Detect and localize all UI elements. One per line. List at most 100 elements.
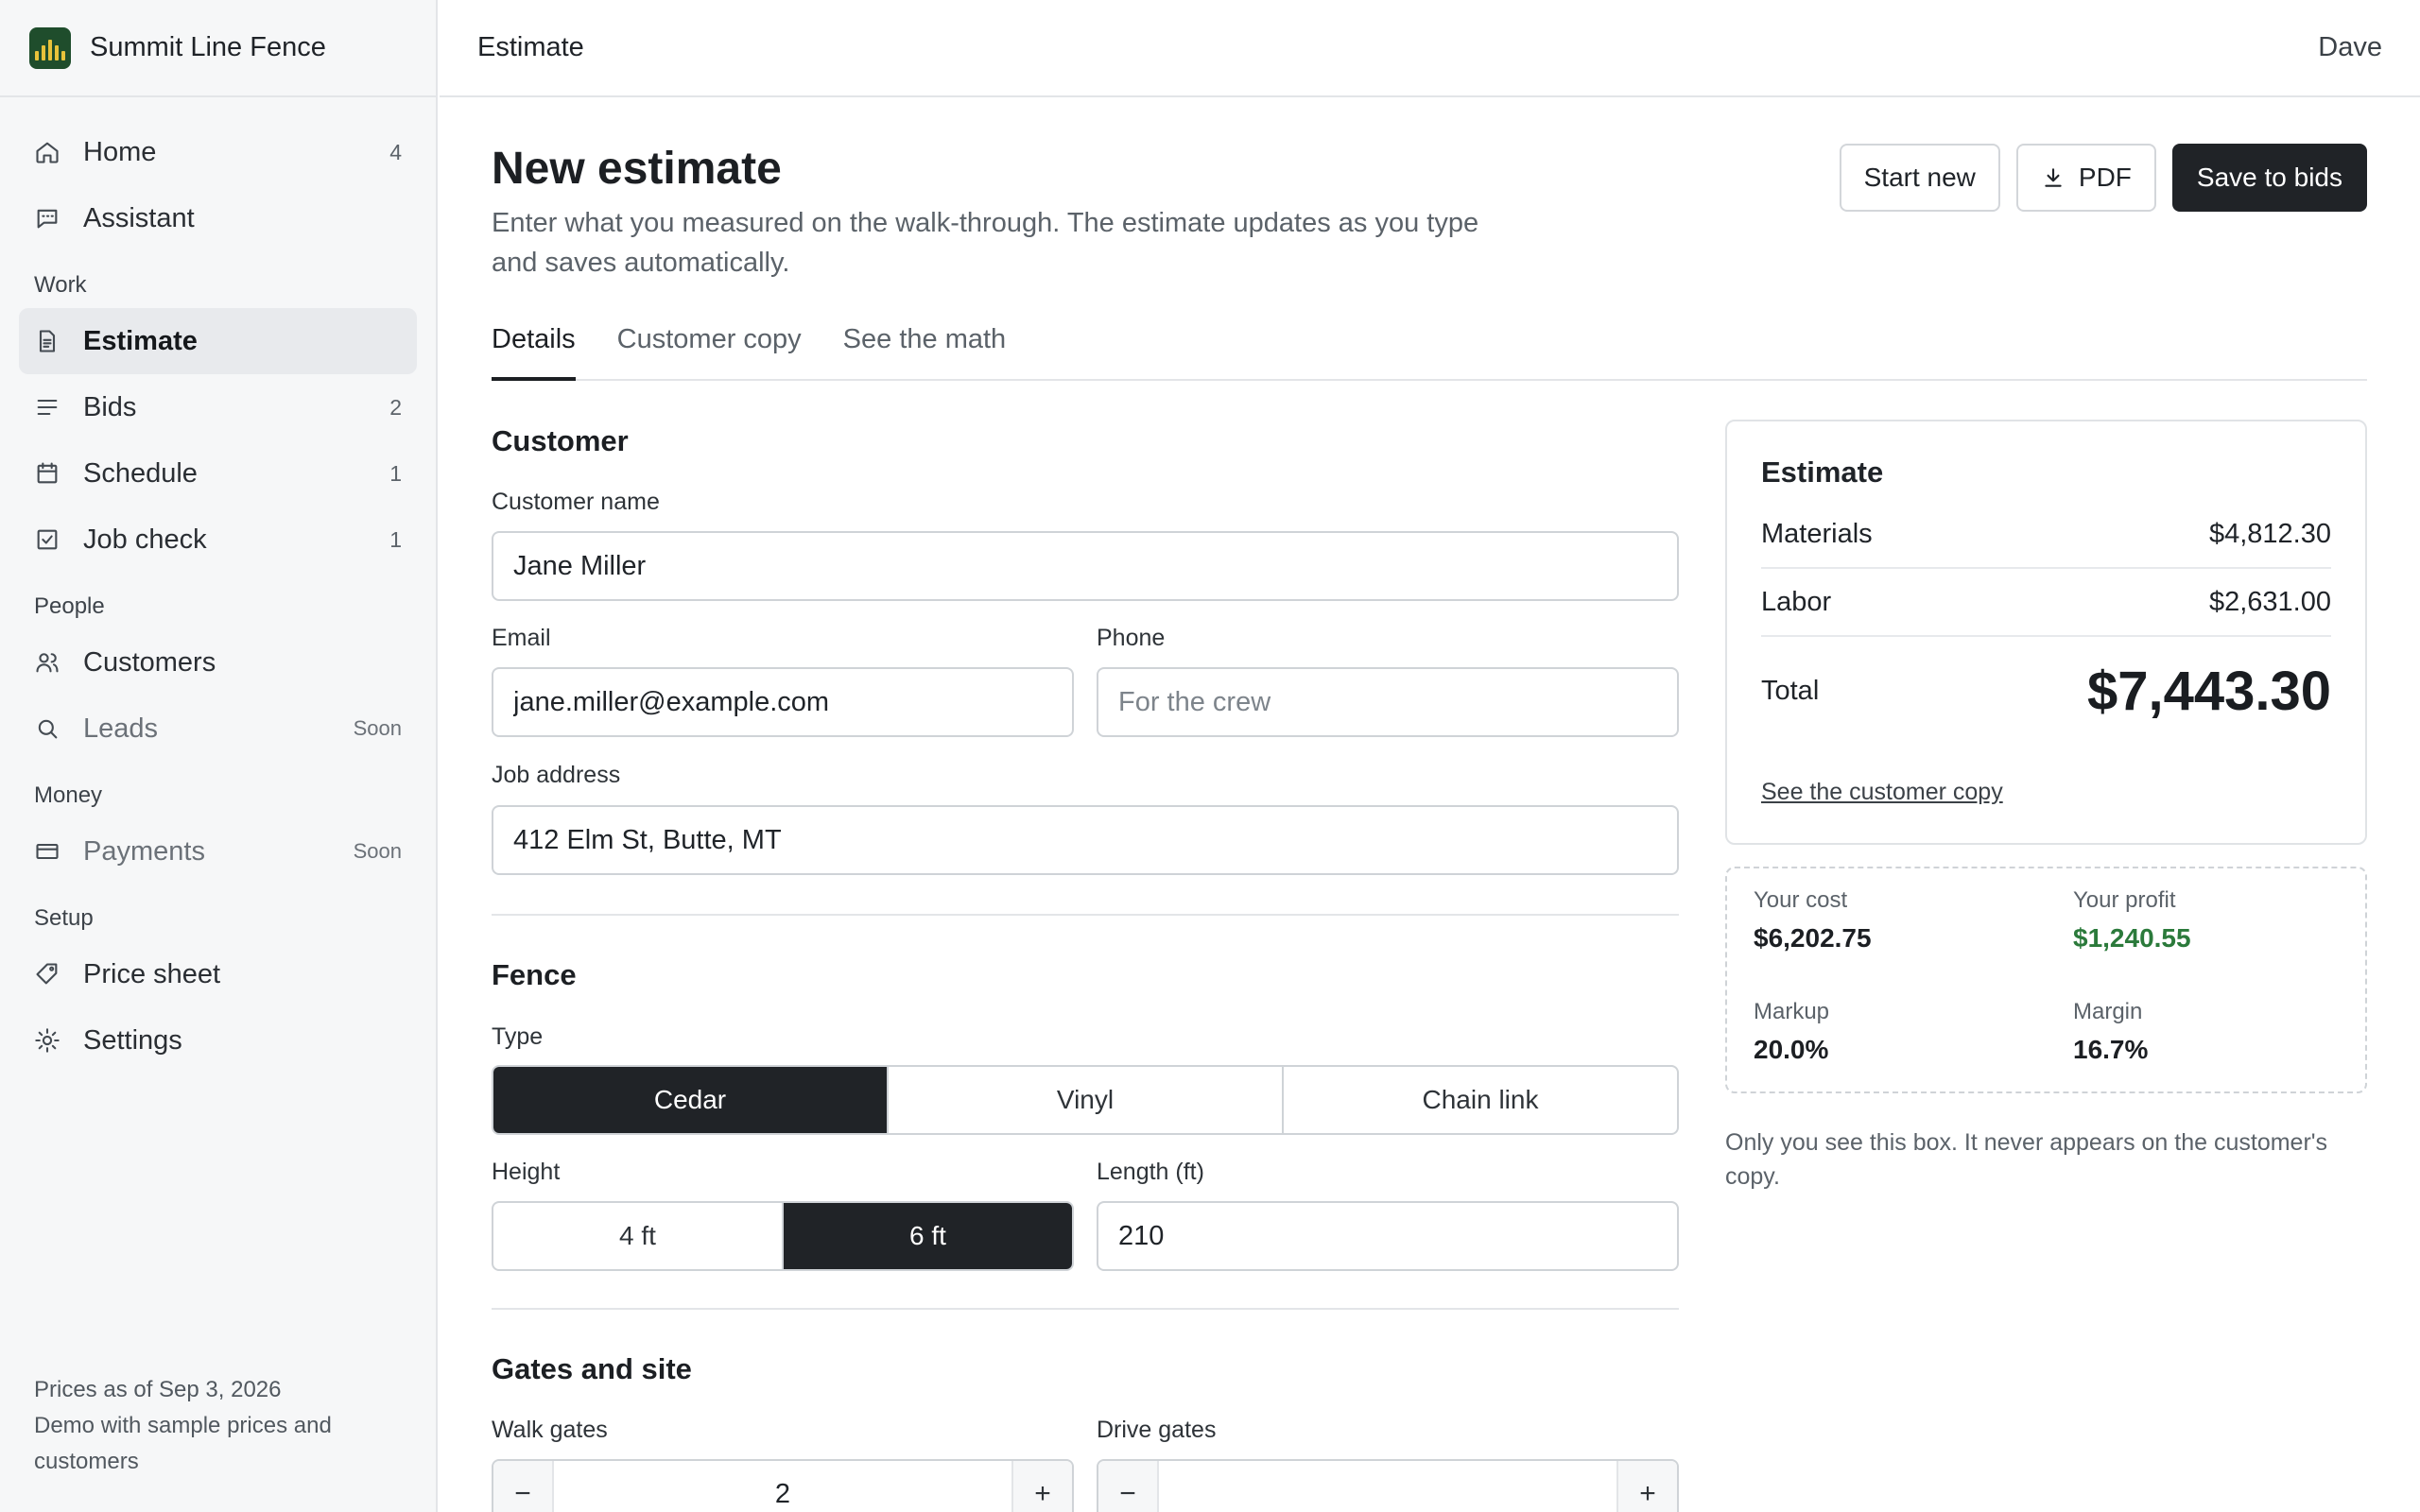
sidebar-item-customers[interactable]: Customers <box>19 629 417 696</box>
phone-field[interactable] <box>1097 667 1679 737</box>
tab-customer-copy[interactable]: Customer copy <box>617 313 802 381</box>
walk-gates-label: Walk gates <box>492 1417 608 1443</box>
customer-name-label: Customer name <box>492 489 660 515</box>
divider <box>492 1308 1679 1310</box>
users-icon <box>34 649 60 676</box>
fence-type-vinyl[interactable]: Vinyl <box>889 1067 1284 1133</box>
sidebar-item-count: 2 <box>389 394 402 420</box>
sidebar-item-assistant[interactable]: Assistant <box>19 185 417 251</box>
header-actions: Start new PDF Save to bids <box>1839 144 2367 212</box>
soon-badge: Soon <box>353 839 402 863</box>
sidebar-item-label: Estimate <box>83 325 198 356</box>
materials-row: Materials $4,812.30 <box>1761 501 2331 569</box>
height-4ft[interactable]: 4 ft <box>493 1203 784 1269</box>
sidebar-item-label: Price sheet <box>83 958 221 989</box>
your-profit-value: $1,240.55 <box>2073 923 2191 953</box>
sidebar-item-label: Bids <box>83 391 137 422</box>
divider <box>492 914 1679 916</box>
sidebar-item-label: Leads <box>83 713 159 744</box>
sidebar-item-label: Assistant <box>83 202 195 233</box>
page-subtitle: Enter what you measured on the walk-thro… <box>492 208 1479 278</box>
sidebar-item-leads[interactable]: Leads Soon <box>19 696 417 762</box>
job-address-label: Job address <box>492 762 621 788</box>
sidebar-item-schedule[interactable]: Schedule 1 <box>19 440 417 507</box>
chat-icon <box>34 205 60 232</box>
page-title: New estimate <box>492 144 782 194</box>
fence-type-chain-link[interactable]: Chain link <box>1284 1067 1677 1133</box>
job-address-input[interactable] <box>492 805 1679 875</box>
margin-stat: Margin 16.7% <box>2073 999 2148 1065</box>
tab-details[interactable]: Details <box>492 313 576 381</box>
your-cost-stat: Your cost $6,202.75 <box>1754 887 1872 954</box>
drive-gates-decrement-button[interactable]: − <box>1098 1461 1159 1512</box>
labor-label: Labor <box>1761 586 1832 617</box>
length-label: Length (ft) <box>1097 1159 1204 1185</box>
walk-gates-value[interactable]: 2 <box>554 1479 1011 1510</box>
private-profit-box: Your cost $6,202.75 Your profit $1,240.5… <box>1725 867 2367 1093</box>
sidebar-item-label: Settings <box>83 1024 182 1056</box>
margin-value: 16.7% <box>2073 1035 2149 1064</box>
height-6ft[interactable]: 6 ft <box>784 1203 1072 1269</box>
soon-badge: Soon <box>353 716 402 740</box>
start-new-button[interactable]: Start new <box>1839 144 2000 212</box>
estimate-summary-card: Estimate Materials $4,812.30 Labor $2,63… <box>1725 420 2367 845</box>
markup-stat: Markup 20.0% <box>1754 999 1829 1065</box>
download-icon <box>2045 168 2062 187</box>
brand-name: Summit Line Fence <box>90 32 326 62</box>
sidebar-item-settings[interactable]: Settings <box>19 1007 417 1074</box>
email-label: Email <box>492 625 551 651</box>
sidebar-item-bids[interactable]: Bids 2 <box>19 374 417 440</box>
sidebar-item-job-check[interactable]: Job check 1 <box>19 507 417 573</box>
walk-gates-stepper: − 2 + <box>492 1459 1074 1512</box>
materials-value: $4,812.30 <box>2208 518 2331 549</box>
your-profit-stat: Your profit $1,240.55 <box>2073 887 2191 954</box>
sidebar-item-count: 4 <box>389 139 402 164</box>
topbar-title: Estimate <box>477 32 584 62</box>
tab-bar: Details Customer copy See the math <box>492 313 2367 381</box>
total-row: Total $7,443.30 <box>1761 660 2331 723</box>
section-title-gates: Gates and site <box>492 1352 692 1385</box>
sidebar-item-payments[interactable]: Payments Soon <box>19 818 417 885</box>
pdf-button[interactable]: PDF <box>2015 144 2156 212</box>
private-box-note: Only you see this box. It never appears … <box>1725 1129 2328 1190</box>
save-to-bids-button[interactable]: Save to bids <box>2171 144 2367 212</box>
demo-note: Demo with sample prices and customers <box>34 1413 332 1474</box>
walk-gates-decrement-button[interactable]: − <box>493 1461 554 1512</box>
fence-type-cedar[interactable]: Cedar <box>493 1067 889 1133</box>
home-icon <box>34 139 60 165</box>
height-label: Height <box>492 1159 561 1185</box>
sidebar-item-price-sheet[interactable]: Price sheet <box>19 941 417 1007</box>
sidebar-nav: Home 4 Assistant Work Estimate Bids 2 Sc… <box>0 97 436 1074</box>
section-title-customer: Customer <box>492 424 629 457</box>
nav-section-work: Work <box>34 272 87 298</box>
sidebar-item-estimate[interactable]: Estimate <box>19 308 417 374</box>
customer-copy-link[interactable]: See the customer copy <box>1761 779 2003 806</box>
calendar-icon <box>34 460 60 487</box>
nav-section-setup: Setup <box>34 905 94 931</box>
tab-see-the-math[interactable]: See the math <box>843 313 1007 381</box>
prices-date: Prices as of Sep 3, 2026 <box>34 1377 282 1402</box>
labor-row: Labor $2,631.00 <box>1761 569 2331 637</box>
fence-type-label: Type <box>492 1023 544 1050</box>
section-title-fence: Fence <box>492 958 577 991</box>
drive-gates-stepper: − + <box>1097 1459 1679 1512</box>
gear-icon <box>34 1027 60 1054</box>
total-label: Total <box>1761 676 1820 706</box>
drive-gates-increment-button[interactable]: + <box>1616 1461 1677 1512</box>
user-menu[interactable]: Dave <box>2318 32 2382 63</box>
brand-logo-icon <box>29 26 71 69</box>
length-input[interactable] <box>1097 1201 1679 1271</box>
sidebar-item-home[interactable]: Home 4 <box>19 119 417 185</box>
document-icon <box>34 328 60 354</box>
phone-label: Phone <box>1097 625 1166 651</box>
sidebar-item-label: Payments <box>83 835 205 867</box>
walk-gates-increment-button[interactable]: + <box>1011 1461 1072 1512</box>
brand[interactable]: Summit Line Fence <box>0 0 436 97</box>
sidebar-item-count: 1 <box>389 460 402 486</box>
email-field[interactable] <box>492 667 1074 737</box>
lines-icon <box>34 394 60 421</box>
customer-name-input[interactable] <box>492 531 1679 601</box>
drive-gates-label: Drive gates <box>1097 1417 1217 1443</box>
markup-label: Markup <box>1754 999 1830 1024</box>
checkbox-icon <box>34 526 60 553</box>
